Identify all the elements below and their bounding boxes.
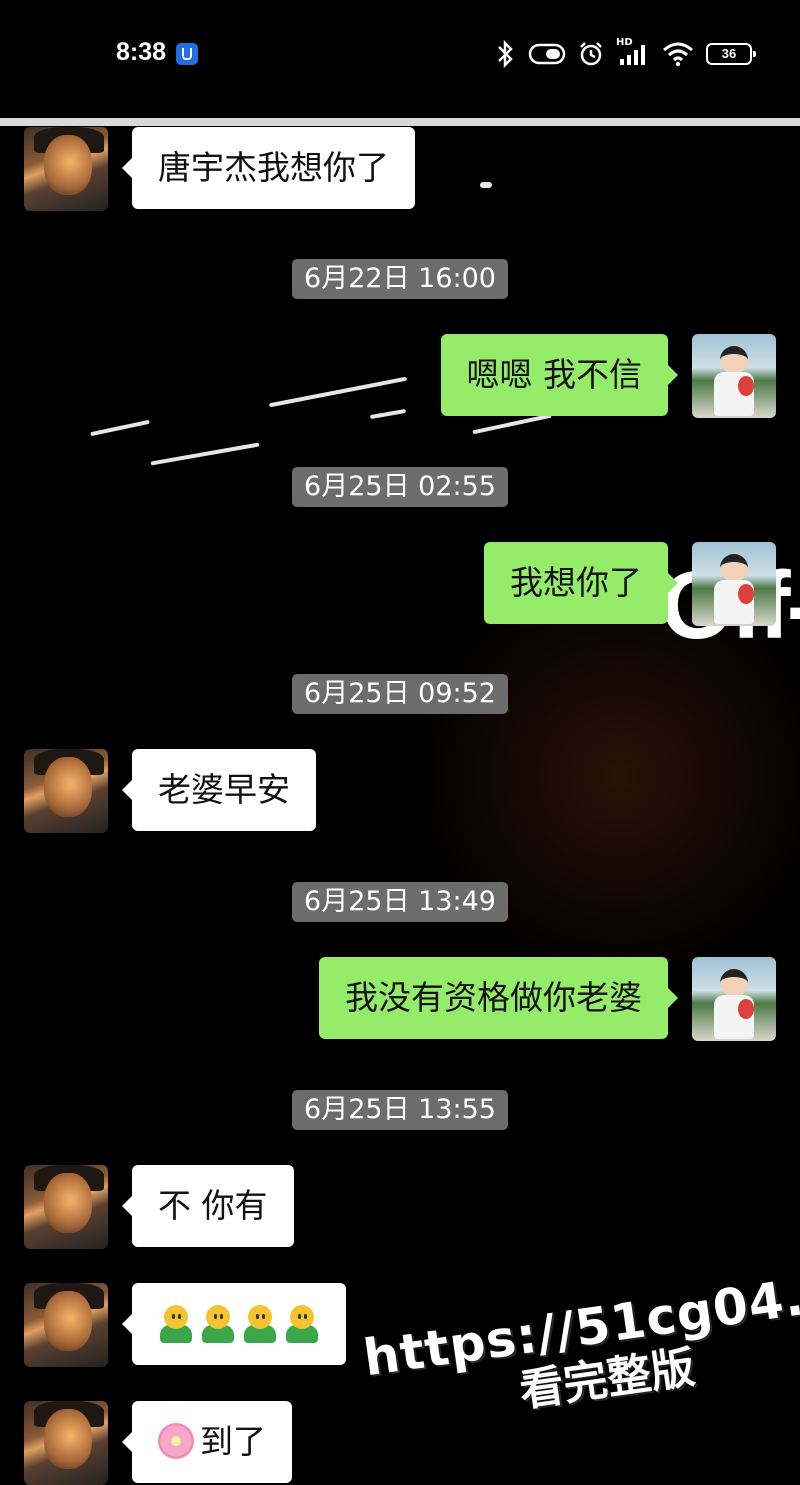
emoji-row — [158, 1283, 320, 1365]
bluetooth-icon — [498, 40, 513, 68]
received-message[interactable]: 唐宇杰我想你了 — [122, 127, 415, 209]
light-streak — [150, 442, 260, 466]
sent-message[interactable]: 我没有资格做你老婆 — [319, 957, 678, 1039]
light-streak — [268, 376, 408, 408]
message-timestamp: 6月25日 02:55 — [292, 467, 508, 507]
message-timestamp: 6月25日 13:49 — [292, 882, 508, 922]
sent-message[interactable]: 嗯嗯 我不信 — [440, 334, 678, 416]
nfc-icon — [528, 43, 566, 65]
person-emoji-icon — [200, 1305, 236, 1343]
contact-avatar[interactable] — [24, 1165, 108, 1249]
contact-avatar[interactable] — [24, 749, 108, 833]
chat-background: Off- — [0, 126, 800, 1478]
received-message[interactable]: 不 你有 — [122, 1165, 294, 1247]
battery-icon: 36 — [706, 43, 756, 65]
light-streak — [369, 408, 407, 420]
wifi-icon — [663, 42, 693, 67]
person-emoji-icon — [284, 1305, 320, 1343]
contact-avatar[interactable] — [24, 1401, 108, 1485]
status-bar: 8:38 HD 36 — [0, 0, 800, 118]
person-emoji-icon — [158, 1305, 194, 1343]
message-timestamp: 6月25日 09:52 — [292, 674, 508, 714]
cherry-blossom-icon — [158, 1422, 194, 1459]
message-timestamp: 6月25日 13:55 — [292, 1090, 508, 1130]
received-message[interactable]: 老婆早安 — [122, 749, 316, 831]
own-avatar[interactable] — [692, 334, 776, 418]
alarm-icon — [580, 42, 602, 66]
status-icons: HD 36 — [494, 37, 756, 68]
received-message[interactable]: 到了 — [122, 1401, 292, 1483]
light-streak — [480, 182, 492, 188]
contact-avatar[interactable] — [24, 1283, 108, 1367]
status-time: 8:38 — [116, 38, 167, 66]
sent-message[interactable]: 我想你了 — [484, 542, 678, 624]
received-emoji-message[interactable] — [122, 1283, 346, 1365]
signal-icon: HD — [616, 37, 650, 67]
light-streak — [90, 419, 150, 437]
person-emoji-icon — [242, 1305, 278, 1343]
app-badge-icon — [176, 43, 198, 65]
contact-avatar[interactable] — [24, 127, 108, 211]
header-divider — [0, 118, 800, 126]
own-avatar[interactable] — [692, 957, 776, 1041]
own-avatar[interactable] — [692, 542, 776, 626]
message-timestamp: 6月22日 16:00 — [292, 259, 508, 299]
received-message-text: 到了 — [200, 1422, 266, 1461]
light-streak — [472, 413, 552, 435]
